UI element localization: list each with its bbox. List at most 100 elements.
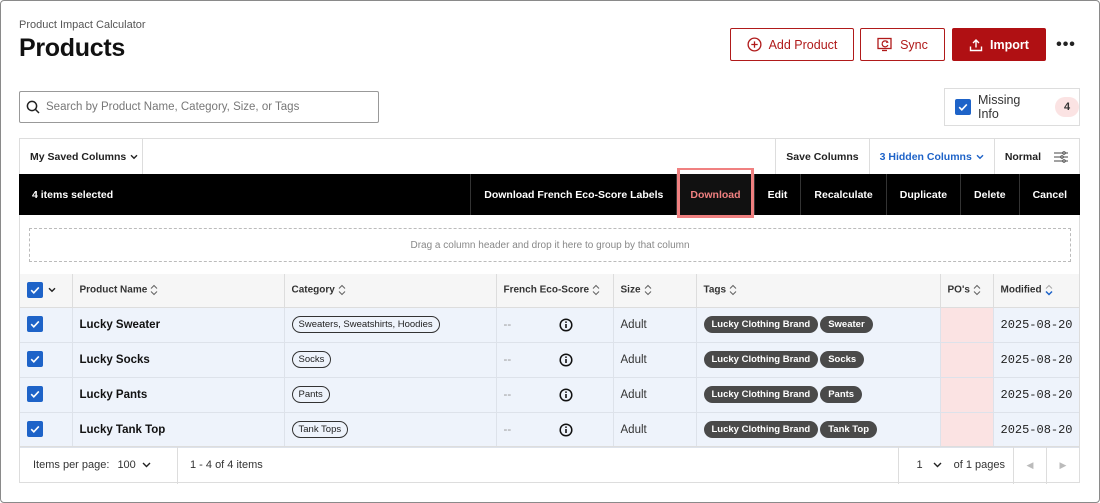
column-header-modified[interactable]: Modified (993, 274, 1079, 308)
row-checkbox[interactable] (27, 351, 43, 367)
saved-columns-dropdown[interactable]: My Saved Columns (20, 139, 143, 175)
prev-page-button[interactable]: ◀ (1013, 446, 1046, 484)
items-per-page-select[interactable]: 100 (117, 459, 151, 471)
download-label: Download (690, 188, 741, 201)
select-all-header[interactable] (20, 274, 73, 308)
import-button[interactable]: Import (952, 28, 1046, 61)
saved-columns-label: My Saved Columns (30, 151, 127, 163)
column-label: Product Name (79, 284, 148, 296)
selection-count: 4 items selected (32, 188, 114, 201)
column-header-category[interactable]: Category (284, 274, 497, 308)
category-cell: Tank Tops (284, 412, 497, 448)
missing-info-filter[interactable]: Missing Info 4 (944, 88, 1080, 126)
next-page-button[interactable]: ▶ (1046, 446, 1079, 484)
info-icon[interactable] (559, 352, 573, 367)
pos-cell (940, 412, 994, 448)
sync-button[interactable]: Sync (860, 28, 945, 61)
chevron-right-icon: ▶ (1059, 459, 1067, 470)
row-checkbox[interactable] (27, 421, 43, 437)
page-select[interactable]: 1 (897, 446, 950, 484)
column-label: French Eco-Score (503, 284, 590, 296)
cancel-button[interactable]: Cancel (1018, 174, 1080, 215)
items-per-page-label: Items per page: (33, 459, 110, 471)
add-product-button[interactable]: Add Product (730, 28, 854, 61)
density-dropdown[interactable]: Normal (993, 139, 1079, 175)
table-header-row: Product Name Category French Eco-Score S… (20, 274, 1079, 308)
row-select-cell[interactable] (20, 377, 73, 413)
tags-cell: Lucky Clothing Brand Sweater (696, 307, 941, 343)
info-icon[interactable] (559, 317, 573, 332)
add-product-label: Add Product (768, 37, 838, 52)
product-name-cell[interactable]: Lucky Socks (72, 342, 285, 378)
row-checkbox[interactable] (27, 316, 43, 332)
info-icon[interactable] (559, 387, 573, 402)
row-select-cell[interactable] (20, 342, 73, 378)
tag-pill: Pants (820, 386, 863, 403)
chevron-down-icon (142, 462, 151, 468)
plus-circle-icon (747, 37, 762, 52)
column-header-tags[interactable]: Tags (696, 274, 941, 308)
download-button[interactable]: Download (676, 168, 754, 218)
sync-icon (877, 37, 892, 52)
table-row[interactable]: Lucky Tank Top Tank Tops -- Adult Lucky … (20, 412, 1079, 448)
density-label: Normal (1004, 151, 1041, 163)
chevron-down-icon[interactable] (48, 287, 56, 293)
size-cell: Adult (613, 307, 697, 343)
category-cell: Pants (284, 377, 497, 413)
eco-score-cell: -- (496, 377, 614, 413)
hidden-columns-dropdown[interactable]: 3 Hidden Columns (868, 139, 994, 175)
modified-cell: 2025-08-20 (993, 342, 1079, 378)
column-header-pos[interactable]: PO's (940, 274, 994, 308)
eco-score-value: -- (503, 318, 512, 331)
duplicate-button[interactable]: Duplicate (885, 174, 960, 215)
upload-icon (969, 38, 983, 51)
recalculate-label: Recalculate (814, 188, 873, 201)
product-name-cell[interactable]: Lucky Sweater (72, 307, 285, 343)
row-select-cell[interactable] (20, 307, 73, 343)
tag-pill: Lucky Clothing Brand (703, 386, 819, 403)
eco-score-cell: -- (496, 412, 614, 448)
table-row[interactable]: Lucky Sweater Sweaters, Sweatshirts, Hoo… (20, 307, 1079, 343)
products-grid: My Saved Columns Save Columns 3 Hidden C… (19, 138, 1080, 484)
tag-pill: Socks (820, 351, 865, 368)
row-select-cell[interactable] (20, 412, 73, 448)
category-cell: Socks (284, 342, 497, 378)
sort-icon (592, 284, 600, 296)
info-icon[interactable] (559, 422, 573, 437)
search-box[interactable] (19, 91, 379, 123)
delete-label: Delete (974, 188, 1006, 201)
select-all-checkbox[interactable] (27, 282, 43, 299)
recalculate-button[interactable]: Recalculate (800, 174, 885, 215)
product-name-cell[interactable]: Lucky Tank Top (72, 412, 285, 448)
missing-info-checkbox[interactable] (955, 99, 971, 115)
more-options-icon[interactable]: ••• (1056, 35, 1076, 55)
row-checkbox[interactable] (27, 386, 43, 402)
delete-button[interactable]: Delete (960, 174, 1019, 215)
table-row[interactable]: Lucky Pants Pants -- Adult Lucky Clothin… (20, 377, 1079, 413)
search-input[interactable] (46, 101, 366, 113)
tag-pill: Tank Top (820, 421, 878, 438)
duplicate-label: Duplicate (899, 188, 948, 201)
save-columns-button[interactable]: Save Columns (775, 139, 868, 175)
size-cell: Adult (613, 412, 697, 448)
column-header-size[interactable]: Size (613, 274, 697, 308)
table-row[interactable]: Lucky Socks Socks -- Adult Lucky Clothin… (20, 342, 1079, 378)
tag-pill: Sweater (820, 316, 873, 333)
save-columns-label: Save Columns (786, 151, 859, 163)
tag-pill: Lucky Clothing Brand (703, 351, 819, 368)
edit-button[interactable]: Edit (753, 174, 801, 215)
missing-info-label: Missing Info (978, 93, 1021, 121)
hidden-columns-label: 3 Hidden Columns (879, 151, 972, 163)
sort-descending-icon (1045, 284, 1053, 296)
edit-label: Edit (767, 188, 788, 201)
tags-cell: Lucky Clothing Brand Tank Top (696, 412, 941, 448)
group-drop-zone[interactable]: Drag a column header and drop it here to… (29, 228, 1071, 262)
column-header-product-name[interactable]: Product Name (72, 274, 285, 308)
product-name-cell[interactable]: Lucky Pants (72, 377, 285, 413)
column-label: Modified (1000, 284, 1042, 296)
pos-cell (940, 307, 994, 343)
download-eco-labels-button[interactable]: Download French Eco-Score Labels (470, 174, 676, 215)
app-title: Product Impact Calculator (19, 19, 146, 31)
sync-label: Sync (900, 37, 928, 52)
column-header-eco-score[interactable]: French Eco-Score (496, 274, 614, 308)
